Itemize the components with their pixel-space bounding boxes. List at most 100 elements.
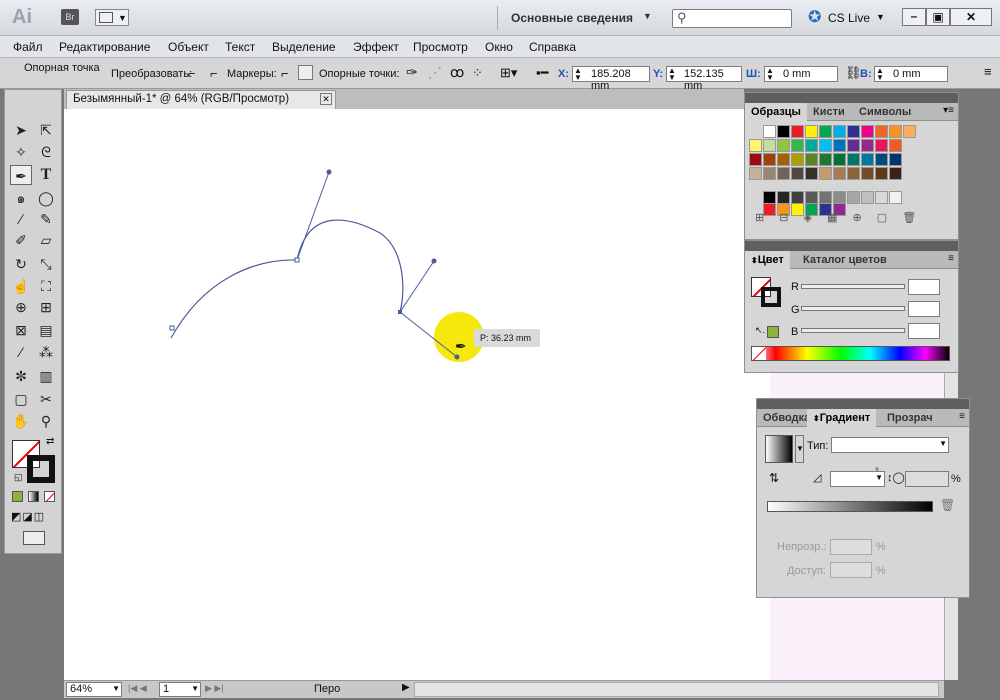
color-swatch[interactable]: [791, 167, 804, 180]
color-swatch[interactable]: [777, 153, 790, 166]
cut-path-icon[interactable]: ꝏ: [450, 64, 464, 81]
color-swatch[interactable]: [791, 153, 804, 166]
document-tab[interactable]: Безымянный-1* @ 64% (RGB/Просмотр) ✕: [66, 90, 336, 109]
status-menu-icon[interactable]: ▶: [402, 682, 410, 693]
color-swatch[interactable]: [861, 125, 874, 138]
panel-menu-icon[interactable]: ≡: [984, 64, 992, 79]
color-swatch[interactable]: [875, 139, 888, 152]
warp-tool-icon[interactable]: ☝: [10, 276, 32, 296]
color-swatch[interactable]: [819, 153, 832, 166]
b-input[interactable]: [908, 323, 940, 339]
brush-tool-icon[interactable]: ∕: [10, 209, 32, 229]
convert-corner-icon[interactable]: ⌐: [188, 66, 196, 81]
search-input[interactable]: ⚲: [672, 9, 792, 28]
type-select[interactable]: ▼: [831, 437, 949, 453]
color-swatch[interactable]: [763, 125, 776, 138]
color-swatch[interactable]: [819, 139, 832, 152]
hand-tool-icon[interactable]: ✋: [10, 411, 32, 431]
color-swatch[interactable]: [819, 167, 832, 180]
artboard-tool-icon[interactable]: ▢: [10, 389, 32, 409]
menu-object[interactable]: Объект: [168, 40, 209, 54]
eraser-tool-icon[interactable]: ▱: [35, 230, 57, 250]
color-swatch[interactable]: [861, 153, 874, 166]
scale-tool-icon[interactable]: ⤡: [35, 254, 57, 274]
last-color-swatch[interactable]: [767, 326, 779, 338]
color-swatch[interactable]: [861, 167, 874, 180]
zoom-tool-icon[interactable]: ⚲: [35, 411, 57, 431]
reference-point-icon[interactable]: ▪━: [536, 65, 548, 81]
opacity-input[interactable]: [830, 539, 872, 555]
menu-view[interactable]: Просмотр: [413, 40, 468, 54]
color-swatch[interactable]: [749, 167, 762, 180]
pencil-tool-icon[interactable]: ✎: [35, 209, 57, 229]
swap-fill-stroke-icon[interactable]: ⇄: [46, 436, 54, 447]
symbol-sprayer-tool-icon[interactable]: ✼: [10, 366, 32, 386]
spiral-tool-icon[interactable]: ๑: [10, 188, 32, 208]
color-swatch[interactable]: [847, 153, 860, 166]
color-swatch[interactable]: [833, 167, 846, 180]
y-stepper-icon[interactable]: ▲ ▼: [668, 67, 676, 82]
isolate-icon[interactable]: ⁘: [472, 65, 483, 81]
convert-smooth-icon[interactable]: ⌐: [210, 66, 218, 81]
rotate-tool-icon[interactable]: ↻: [10, 254, 32, 274]
reverse-gradient-icon[interactable]: ⇅: [769, 471, 779, 485]
g-slider[interactable]: [801, 306, 905, 311]
free-transform-tool-icon[interactable]: ⛶: [35, 276, 57, 296]
h-stepper-icon[interactable]: ▲ ▼: [876, 67, 884, 82]
direct-selection-tool-icon[interactable]: ⇱: [35, 120, 57, 140]
color-stroke-swatch[interactable]: [761, 287, 781, 307]
color-swatch[interactable]: [889, 139, 902, 152]
perspective-grid-tool-icon[interactable]: ⊞: [35, 297, 57, 317]
connect-anchor-icon[interactable]: ⋰: [428, 64, 442, 81]
tab-color[interactable]: ⬍Цвет: [745, 251, 790, 269]
color-swatch[interactable]: [875, 153, 888, 166]
type-tool-icon[interactable]: T: [35, 165, 57, 185]
color-swatch[interactable]: [777, 167, 790, 180]
color-swatch[interactable]: [833, 139, 846, 152]
tab-transparency[interactable]: Прозрач: [881, 409, 939, 427]
menu-effect[interactable]: Эффект: [353, 40, 399, 54]
color-swatch[interactable]: [833, 125, 846, 138]
gray-swatch[interactable]: [875, 191, 888, 204]
color-swatch[interactable]: [791, 139, 804, 152]
close-button[interactable]: ✕: [950, 8, 992, 26]
menu-help[interactable]: Справка: [529, 40, 576, 54]
color-swatch[interactable]: [833, 153, 846, 166]
color-swatch[interactable]: [777, 125, 790, 138]
horizontal-scrollbar[interactable]: [414, 682, 939, 697]
minimize-button[interactable]: –: [902, 8, 926, 26]
location-input[interactable]: [830, 562, 872, 578]
r-slider[interactable]: [801, 284, 905, 289]
gray-swatch[interactable]: [861, 191, 874, 204]
menu-window[interactable]: Окно: [485, 40, 513, 54]
blob-brush-tool-icon[interactable]: ✐: [10, 230, 32, 250]
slice-tool-icon[interactable]: ✂: [35, 389, 57, 409]
draw-mode-icons[interactable]: ◩◪◫: [11, 510, 57, 524]
lasso-tool-icon[interactable]: ᘓ: [35, 142, 57, 162]
panel-menu-icon[interactable]: ≡: [959, 411, 965, 422]
color-spectrum[interactable]: [751, 346, 950, 361]
default-colors-icon[interactable]: ◱: [14, 472, 23, 483]
color-swatch[interactable]: [763, 139, 776, 152]
menu-file[interactable]: Файл: [13, 40, 43, 54]
mesh-tool-icon[interactable]: ⊠: [10, 320, 32, 340]
first-page-icon[interactable]: |◀ ◀: [128, 683, 147, 694]
pen-tool-icon[interactable]: ✒: [10, 165, 32, 185]
align-icon[interactable]: ⊞▾: [500, 65, 517, 81]
color-swatch[interactable]: [805, 125, 818, 138]
none-mode-button[interactable]: [44, 491, 55, 502]
r-input[interactable]: [908, 279, 940, 295]
color-swatch[interactable]: [889, 125, 902, 138]
gray-swatch[interactable]: [847, 191, 860, 204]
h-field[interactable]: ▲ ▼ 0 mm: [874, 66, 948, 82]
out-of-gamut-icon[interactable]: ↖.: [755, 325, 765, 336]
color-swatch[interactable]: [749, 153, 762, 166]
y-field[interactable]: ▲ ▼ 152.135 mm: [666, 66, 742, 92]
gradient-tool-icon[interactable]: ▤: [35, 320, 57, 340]
aspect-ratio-input[interactable]: [905, 471, 949, 487]
color-swatch[interactable]: [791, 125, 804, 138]
color-swatch[interactable]: [889, 153, 902, 166]
screen-mode-icon[interactable]: [23, 531, 45, 545]
x-field[interactable]: ▲ ▼ 185.208 mm: [572, 66, 650, 92]
color-swatch[interactable]: [847, 139, 860, 152]
